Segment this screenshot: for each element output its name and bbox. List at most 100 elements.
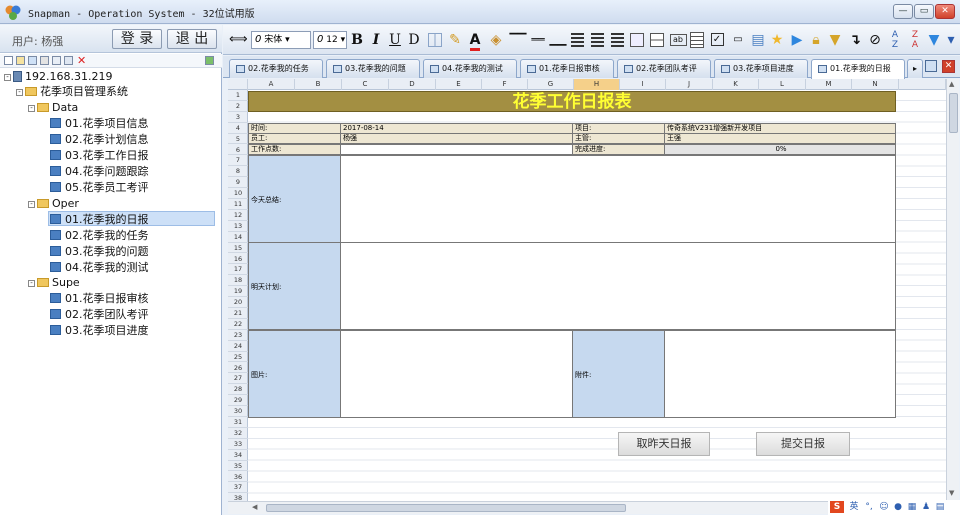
- microphone-icon[interactable]: ●: [892, 501, 904, 513]
- delete-icon[interactable]: ✕: [77, 54, 86, 67]
- row-number[interactable]: 26: [228, 363, 248, 374]
- row-number[interactable]: 6: [228, 145, 248, 156]
- underline-button[interactable]: U: [388, 30, 402, 50]
- checkbox-icon[interactable]: ✓: [709, 30, 725, 50]
- row-number[interactable]: 34: [228, 450, 248, 461]
- row-number[interactable]: 11: [228, 199, 248, 210]
- fetch-yesterday-button[interactable]: 取昨天日报: [618, 432, 710, 456]
- tomorrow-plan-input[interactable]: [340, 242, 896, 330]
- horizontal-scrollbar[interactable]: ◀: [228, 501, 828, 514]
- close-doc-icon[interactable]: ✕: [942, 60, 955, 73]
- row-number[interactable]: 14: [228, 232, 248, 243]
- tree-item[interactable]: 05.花季员工考评: [50, 180, 149, 195]
- column-N[interactable]: N: [852, 79, 899, 90]
- column-extra[interactable]: [899, 79, 946, 90]
- vertical-scrollbar[interactable]: ▲ ▼: [946, 79, 959, 501]
- column-M[interactable]: M: [806, 79, 852, 90]
- row-number[interactable]: 4: [228, 123, 248, 134]
- column-width-icon[interactable]: ⟺: [229, 30, 248, 50]
- align-right-icon[interactable]: [609, 30, 625, 50]
- align-top-icon[interactable]: ▔▔: [509, 30, 527, 50]
- tree-group-oper[interactable]: - Oper: [28, 196, 79, 211]
- redo-icon[interactable]: ↴: [846, 30, 864, 50]
- collapse-icon[interactable]: -: [28, 201, 35, 208]
- funnel-icon[interactable]: ▼: [926, 30, 942, 50]
- column-G[interactable]: G: [528, 79, 574, 90]
- column-K[interactable]: K: [713, 79, 759, 90]
- row-number[interactable]: 16: [228, 254, 248, 265]
- skin-icon[interactable]: ♟: [920, 501, 932, 513]
- progress-bar-icon[interactable]: ▭: [729, 30, 747, 50]
- tab-item[interactable]: 03.花季项目进度: [714, 59, 808, 78]
- row-number[interactable]: 7: [228, 155, 248, 167]
- italic-button[interactable]: I: [369, 30, 383, 50]
- align-center-icon[interactable]: [589, 30, 605, 50]
- row-number[interactable]: 23: [228, 330, 248, 341]
- row-number[interactable]: 20: [228, 297, 248, 308]
- column-C[interactable]: C: [342, 79, 389, 90]
- filter-icon[interactable]: ▼: [827, 30, 843, 50]
- keyboard-icon[interactable]: ▦: [906, 501, 918, 513]
- open-folder-icon[interactable]: [16, 56, 25, 65]
- employee-value[interactable]: 杨强: [340, 133, 573, 144]
- column-H[interactable]: H: [574, 79, 620, 90]
- column-A[interactable]: A: [248, 79, 295, 90]
- tab-item[interactable]: 02.花季团队考评: [617, 59, 711, 78]
- lock-icon[interactable]: 🔒︎: [808, 30, 824, 50]
- minimize-button[interactable]: —: [893, 4, 913, 19]
- paint-bucket-icon[interactable]: ◈: [487, 30, 505, 50]
- close-button[interactable]: ✕: [935, 4, 955, 19]
- row-number[interactable]: 28: [228, 384, 248, 396]
- manager-value[interactable]: 王强: [664, 133, 896, 144]
- row-number[interactable]: 5: [228, 134, 248, 145]
- tree-item[interactable]: 02.花季团队考评: [50, 307, 149, 322]
- column-L[interactable]: L: [759, 79, 806, 90]
- new-icon[interactable]: [4, 56, 13, 65]
- row-number[interactable]: 2: [228, 101, 248, 112]
- align-bottom-icon[interactable]: ▁▁: [549, 30, 567, 50]
- tab-item[interactable]: 01.花季日报审核: [520, 59, 614, 78]
- copy-icon[interactable]: [28, 56, 37, 65]
- tab-item-active[interactable]: 01.花季我的日报: [811, 59, 905, 79]
- tree-item[interactable]: 03.花季工作日报: [50, 148, 149, 163]
- row-number[interactable]: 13: [228, 221, 248, 232]
- cut-icon[interactable]: [40, 56, 49, 65]
- font-family-select[interactable]: 0 宋体 ▾: [251, 31, 311, 49]
- column-F[interactable]: F: [482, 79, 528, 90]
- list-icon[interactable]: [689, 30, 705, 50]
- row-number[interactable]: 33: [228, 439, 248, 450]
- collapse-icon[interactable]: -: [28, 280, 35, 287]
- corner-cell[interactable]: [228, 79, 248, 90]
- bold-button[interactable]: B: [350, 30, 364, 50]
- row-number[interactable]: 12: [228, 210, 248, 221]
- submit-report-button[interactable]: 提交日报: [756, 432, 850, 456]
- picture-area[interactable]: [340, 330, 573, 418]
- ime-language[interactable]: 英: [848, 501, 860, 513]
- tools-icon[interactable]: ▤: [934, 501, 946, 513]
- fill-color-icon[interactable]: ✎: [447, 30, 463, 50]
- scroll-up-icon[interactable]: ▲: [949, 80, 954, 88]
- column-E[interactable]: E: [436, 79, 482, 90]
- column-I[interactable]: I: [620, 79, 666, 90]
- vertical-scroll-thumb[interactable]: [949, 93, 958, 133]
- row-number[interactable]: 15: [228, 243, 248, 254]
- row-number[interactable]: 36: [228, 472, 248, 483]
- split-cells-icon[interactable]: [649, 30, 665, 50]
- tree-item[interactable]: 04.花季问题跟踪: [50, 164, 149, 179]
- tree-item[interactable]: 01.花季项目信息: [50, 116, 149, 131]
- row-number[interactable]: 31: [228, 417, 248, 428]
- punctuation-icon[interactable]: °,: [864, 501, 874, 513]
- refresh-icon[interactable]: [205, 56, 214, 65]
- sort-descending-icon[interactable]: ZA: [906, 30, 924, 50]
- star-icon[interactable]: ★: [769, 30, 785, 50]
- tab-item[interactable]: 02.花季我的任务: [229, 59, 323, 78]
- scroll-left-icon[interactable]: ◀: [252, 503, 257, 511]
- tree-group-data[interactable]: - Data: [28, 100, 78, 115]
- font-color-icon[interactable]: A: [467, 30, 483, 51]
- logout-button[interactable]: 退 出: [167, 29, 217, 49]
- row-number[interactable]: 10: [228, 188, 248, 199]
- tree-item[interactable]: 04.花季我的测试: [50, 260, 149, 275]
- row-number[interactable]: 32: [228, 428, 248, 439]
- row-number[interactable]: 37: [228, 482, 248, 494]
- tab-item[interactable]: 03.花季我的问题: [326, 59, 420, 78]
